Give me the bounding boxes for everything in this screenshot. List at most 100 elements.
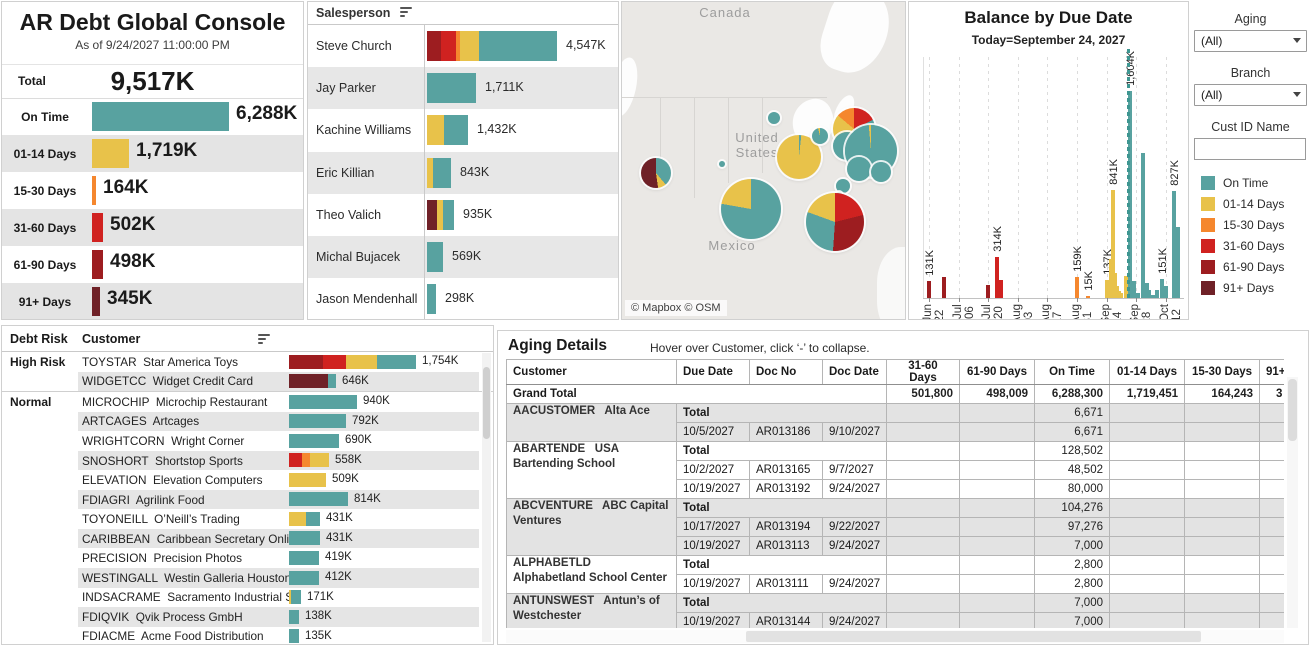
customer-debt-bar[interactable] [289,531,320,545]
salesperson-bar[interactable] [427,158,451,188]
due-date-bar[interactable] [927,281,931,298]
due-date-bar[interactable] [999,280,1003,298]
customer-debt-bar[interactable] [289,355,416,369]
column-header[interactable]: 31-60 Days [887,360,960,385]
d91_plus-legend-swatch[interactable] [1201,281,1215,295]
debt-row-main[interactable]: WIDGETCC Widget Credit Card646K [78,372,479,392]
debt-row-main[interactable]: ARTCAGES Artcages792K [78,412,479,432]
sort-icon[interactable] [258,334,272,346]
debt-row-main[interactable]: TOYSTAR Star America Toys1,754K [78,352,479,372]
column-header[interactable]: 15-30 Days [1185,360,1260,385]
column-header[interactable]: 91+ [1260,360,1285,385]
debt-row-main[interactable]: WESTINGALL Westin Galleria Houston412K [78,568,479,588]
map-pie[interactable] [806,193,864,251]
debt-row-main[interactable]: FDIQVIK Qvik Process GmbH138K [78,607,479,627]
debt-row-main[interactable]: CARIBBEAN Caribbean Secretary Online431K [78,529,479,549]
map-pie[interactable] [871,162,891,182]
debt-row-main[interactable]: INDSACRAME Sacramento Industrial S..171K [78,588,479,608]
customer-cell[interactable]: ALPHABETLD Alphabetland School Center [507,556,677,594]
customer-cell[interactable]: ABCVENTURE ABC Capital Ventures [507,499,677,556]
column-header[interactable]: Customer [507,360,677,385]
due-date-bar[interactable] [1176,227,1180,298]
debt-row-main[interactable]: FDIACME Acme Food Distribution135K [78,627,479,645]
salesperson-bar[interactable] [427,73,476,103]
customer-debt-bar[interactable] [289,551,319,565]
debt-row-main[interactable]: ELEVATION Elevation Computers509K [78,470,479,490]
debt-row-main[interactable]: SNOSHORT Shortstop Sports558K [78,451,479,471]
on_time-legend-swatch[interactable] [1201,176,1215,190]
table-row[interactable]: ANTUNSWEST Antun’s of WestchesterTotal7,… [507,594,1285,613]
customer-debt-bar[interactable] [289,414,346,428]
kpi-bar[interactable] [92,176,96,205]
grand-total-row[interactable]: Grand Total501,800498,0096,288,3001,719,… [507,385,1285,404]
debt-row-main[interactable]: TOYONEILL O’Neill’s Trading431K [78,509,479,529]
customer-debt-bar[interactable] [289,473,326,487]
aging-vertical-scrollbar[interactable] [1287,377,1298,628]
kpi-bar[interactable] [92,250,103,279]
due-date-bar[interactable] [1086,296,1090,298]
customer-debt-bar[interactable] [289,434,339,448]
map-pie[interactable] [812,128,828,144]
map-pie[interactable] [768,112,780,124]
table-row[interactable]: AACUSTOMER Alta AceTotal6,671 [507,404,1285,423]
customer-debt-bar[interactable] [289,629,299,643]
aging-horizontal-scrollbar[interactable] [506,630,1284,643]
table-row[interactable]: ALPHABETLD Alphabetland School CenterTot… [507,556,1285,575]
customer-cell[interactable]: ABARTENDE USA Bartending School [507,442,677,499]
d01_14-legend-swatch[interactable] [1201,197,1215,211]
branch-filter-dropdown[interactable]: (All) [1194,84,1307,106]
customer-debt-bar[interactable] [289,610,299,624]
kpi-bar[interactable] [92,213,103,242]
customer-debt-bar[interactable] [289,590,301,604]
map-pie[interactable] [641,158,671,188]
column-header[interactable]: Doc Date [823,360,887,385]
table-row[interactable]: ABCVENTURE ABC Capital VenturesTotal104,… [507,499,1285,518]
aging-details-panel: Aging Details Hover over Customer, click… [497,330,1309,645]
salesperson-bar[interactable] [427,200,454,230]
customer-debt-bar[interactable] [289,492,348,506]
kpi-bar[interactable] [92,287,100,316]
salesperson-bar[interactable] [427,242,443,272]
customer-cell[interactable]: AACUSTOMER Alta Ace [507,404,677,442]
map-pie[interactable] [836,179,850,193]
due-date-bar[interactable] [942,277,946,298]
debt-vertical-scrollbar[interactable] [482,353,491,642]
due-date-bar[interactable] [1164,286,1168,298]
debt-row-main[interactable]: WRIGHTCORN Wright Corner690K [78,431,479,451]
column-header[interactable]: 01-14 Days [1110,360,1185,385]
scrollbar-thumb[interactable] [746,631,1201,642]
d15_30-legend-swatch[interactable] [1201,218,1215,232]
d61_90-legend-swatch[interactable] [1201,260,1215,274]
table-row[interactable]: ABARTENDE USA Bartending SchoolTotal128,… [507,442,1285,461]
debt-row-main[interactable]: PRECISION Precision Photos419K [78,548,479,568]
map-pie[interactable] [719,161,725,167]
scrollbar-thumb[interactable] [1288,379,1297,441]
kpi-bar[interactable] [92,102,229,131]
column-header[interactable]: 61-90 Days [960,360,1035,385]
aging-filter-dropdown[interactable]: (All) [1194,30,1307,52]
customer-debt-bar[interactable] [289,512,320,526]
debt-row-main[interactable]: FDIAGRI Agrilink Food814K [78,490,479,510]
kpi-bar[interactable] [92,139,129,168]
salesperson-bar[interactable] [427,284,436,314]
due-date-bar[interactable] [986,285,990,298]
customer-debt-bar[interactable] [289,395,357,409]
salesperson-bar[interactable] [427,115,468,145]
debt-row-main[interactable]: MICROCHIP Microchip Restaurant940K [78,392,479,412]
sort-icon[interactable] [400,7,414,19]
map-pie[interactable] [847,157,871,181]
column-header[interactable]: On Time [1035,360,1110,385]
customer-debt-bar[interactable] [289,453,329,467]
column-header[interactable]: Doc No [750,360,823,385]
scrollbar-thumb[interactable] [483,367,490,439]
customer-debt-bar[interactable] [289,374,336,388]
map-pie[interactable] [721,179,781,239]
d31_60-legend-swatch[interactable] [1201,239,1215,253]
due-date-bar[interactable] [1075,277,1079,298]
cust-id-name-input[interactable] [1194,138,1306,160]
customer-cell[interactable]: ANTUNSWEST Antun’s of Westchester [507,594,677,629]
customer-debt-bar[interactable] [289,571,319,585]
column-header[interactable]: Due Date [677,360,750,385]
salesperson-bar[interactable] [427,31,557,61]
due-date-bar[interactable] [1141,153,1145,298]
